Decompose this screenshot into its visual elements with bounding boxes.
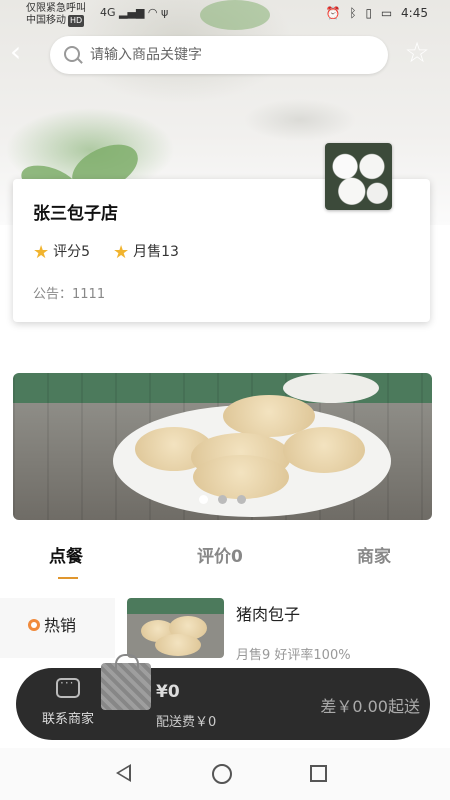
tab-bar: 点餐 评价0 商家 [0,536,450,584]
nav-recents-icon[interactable] [310,765,327,782]
tab-order[interactable]: 点餐 [49,542,83,567]
carrier-line-1: 仅限紧急呼叫 [26,3,86,14]
star-icon: ★ [33,242,50,263]
pagination-dot[interactable] [237,495,246,504]
chat-icon [56,676,80,698]
search-icon [64,46,80,62]
active-tab-indicator [58,577,78,579]
tab-merchant[interactable]: 商家 [357,542,391,567]
banner-pagination [13,489,432,508]
carrier-line-2: 中国移动 [26,15,66,26]
product-name[interactable]: 猪肉包子 [236,601,300,625]
shopping-bag-icon[interactable] [101,654,151,710]
nav-back-icon[interactable] [116,764,131,782]
status-bar: 仅限紧急呼叫 中国移动 HD 4G ▂▄▆ ◠ ψ ⏰ ᛒ ▯ ▭ 4:45 [0,0,450,28]
pagination-dot[interactable] [199,495,208,504]
shop-monthly-sales: ★ 月售13 [113,241,179,263]
category-label: 热销 [44,616,77,635]
star-outline-icon: ☆ [404,36,430,69]
shop-logo-image [325,143,392,210]
shop-name: 张三包子店 [33,204,118,224]
wifi-icon: ◠ [147,6,158,19]
bun-decoration [155,634,201,656]
vibrate-icon: ▯ [365,6,373,20]
battery-icon: ▭ [380,6,393,20]
product-image[interactable] [127,598,224,658]
hd-badge: HD [68,15,85,27]
promo-banner[interactable] [13,373,432,520]
shop-rating: ★ 评分5 [33,241,90,263]
bun-decoration [283,427,365,473]
pagination-dot[interactable] [218,495,227,504]
delivery-fee: 配送费￥0 [156,715,217,730]
carrier-info: 仅限紧急呼叫 中国移动 HD [26,3,86,27]
tab-reviews[interactable]: 评价0 [197,542,243,567]
category-sidebar: 热销 [0,598,115,658]
chevron-left-icon: ‹ [10,35,22,68]
bluetooth-icon: ᛒ [349,6,357,20]
star-icon: ★ [113,242,130,263]
monthly-sales-label: 月售13 [133,244,179,260]
search-bar[interactable] [50,36,388,74]
nav-home-icon[interactable] [212,764,232,784]
clock-time: 4:45 [401,6,428,20]
category-item-hot[interactable]: 热销 [28,612,76,636]
minimum-order-notice: 差￥0.00起送 [320,697,420,716]
favorite-button[interactable]: ☆ [402,38,432,68]
back-button[interactable]: ‹ [10,38,40,68]
system-navigation-bar [0,748,450,800]
cart-total: ¥0 [156,682,180,702]
system-indicators: ⏰ ᛒ ▯ ▭ 4:45 [321,6,428,20]
signal-icon: ▂▄▆ [119,6,145,19]
rating-label: 评分5 [53,244,91,260]
network-type: 4G [100,6,116,19]
cart-bar: 联系商家 ¥0 配送费￥0 差￥0.00起送 [16,668,430,740]
usb-icon: ψ [161,6,169,19]
contact-merchant-button[interactable]: 联系商家 [28,676,108,727]
shop-notice: 公告：1111 [33,287,106,302]
network-indicators: 4G ▂▄▆ ◠ ψ [100,6,168,19]
alarm-icon: ⏰ [325,6,341,20]
fire-icon [28,619,40,631]
search-input[interactable] [90,44,370,66]
product-stats: 月售9 好评率100% [236,648,351,663]
contact-merchant-label: 联系商家 [41,712,94,727]
